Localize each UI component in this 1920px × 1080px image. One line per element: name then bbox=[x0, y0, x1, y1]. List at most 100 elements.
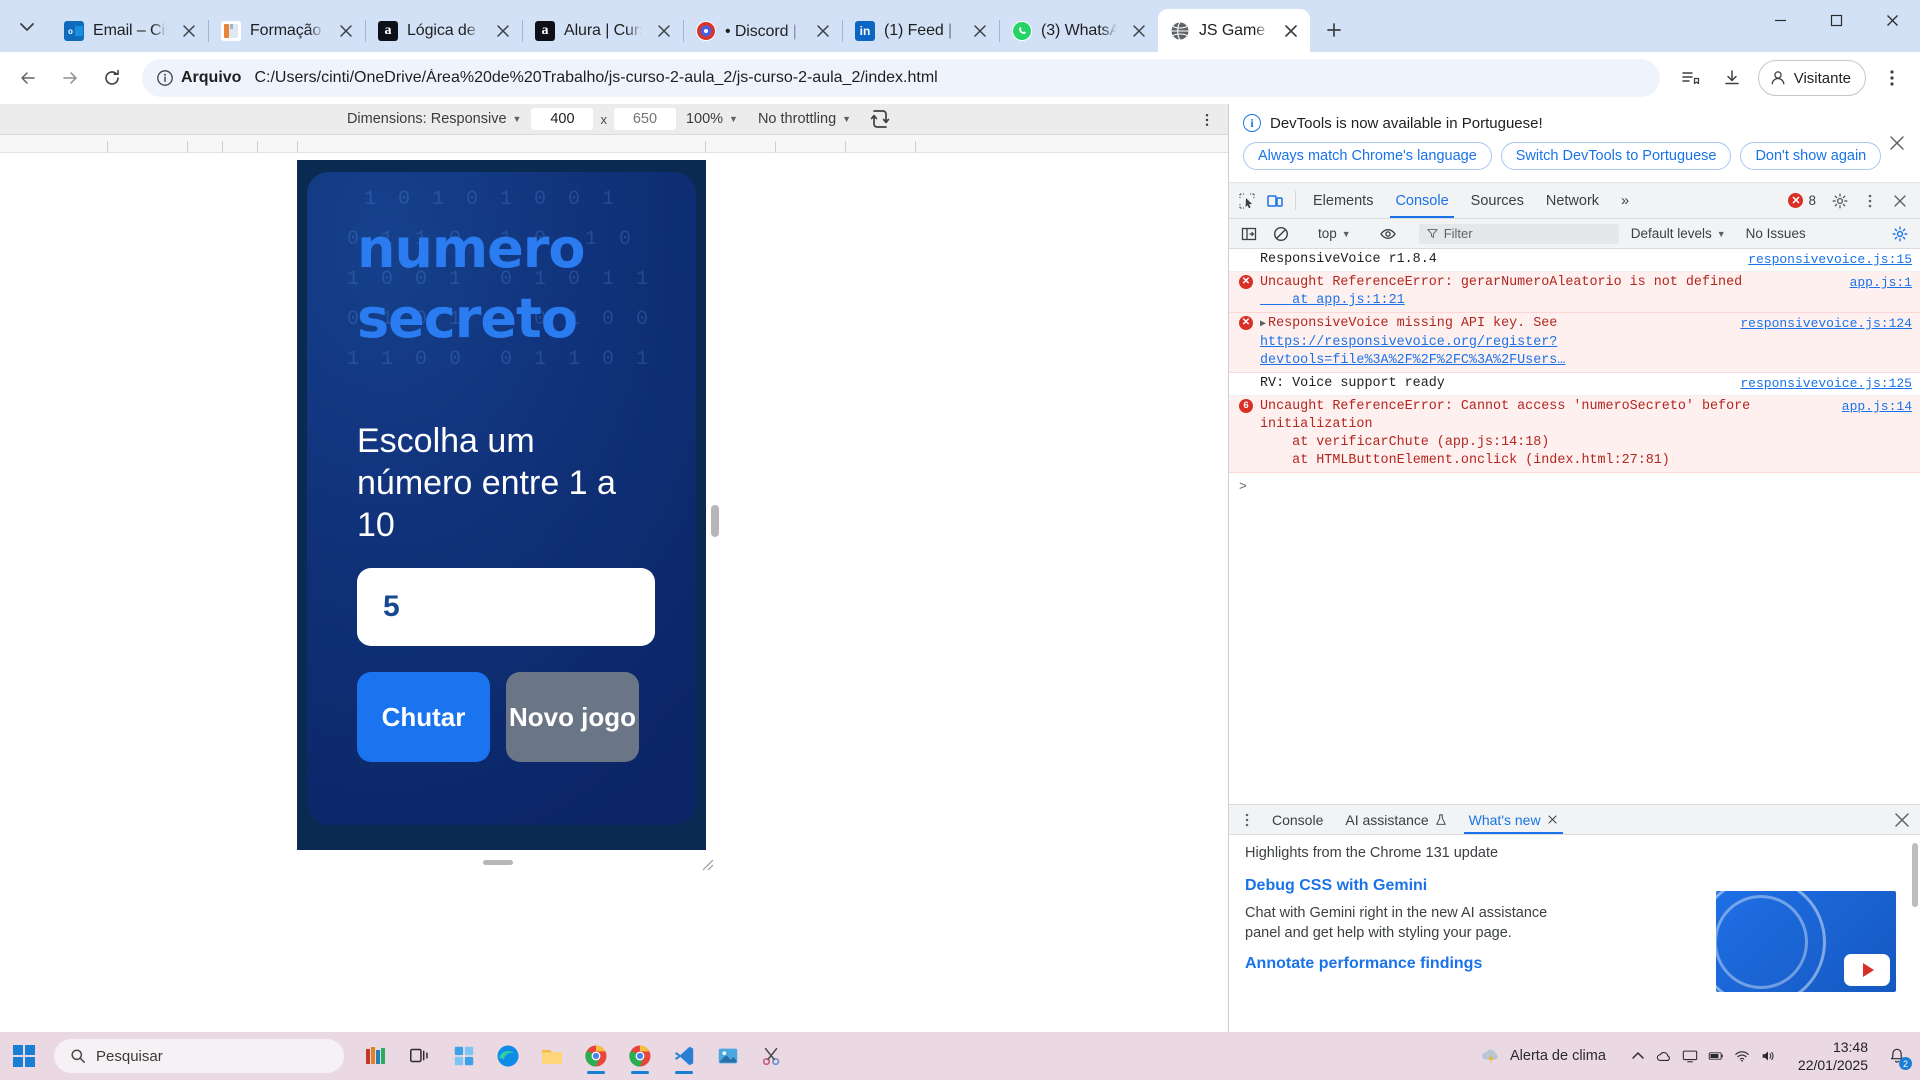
profile-button[interactable]: Visitante bbox=[1757, 60, 1866, 96]
browser-tab-1[interactable]: Formação Inician bbox=[209, 9, 365, 52]
chrome-2-icon[interactable] bbox=[620, 1036, 660, 1076]
toggle-device-toolbar-button[interactable] bbox=[1261, 183, 1289, 218]
devtools-tab-console[interactable]: Console bbox=[1384, 183, 1459, 218]
console-levels-selector[interactable]: Default levels ▼ bbox=[1623, 226, 1734, 241]
drawer-menu-button[interactable] bbox=[1233, 805, 1261, 834]
console-message-source[interactable]: responsivevoice.js:125 bbox=[1740, 375, 1912, 393]
browser-tab-4[interactable]: • Discord | #🤓: bbox=[684, 9, 842, 52]
rotate-button[interactable] bbox=[869, 108, 891, 130]
console-message-source[interactable]: app.js:1 bbox=[1850, 274, 1912, 292]
books-icon[interactable] bbox=[356, 1036, 396, 1076]
downloads-button[interactable] bbox=[1712, 58, 1752, 98]
console-stack-line[interactable]: at verificarChute (app.js:14:18) bbox=[1260, 435, 1549, 450]
close-window-button[interactable] bbox=[1864, 0, 1920, 40]
devtools-tab-sources[interactable]: Sources bbox=[1460, 183, 1535, 218]
wifi-icon[interactable] bbox=[1734, 1048, 1750, 1064]
viewport-vertical-scrollbar[interactable] bbox=[711, 505, 719, 537]
console-message[interactable]: 6 Uncaught ReferenceError: Cannot access… bbox=[1229, 396, 1920, 473]
new-tab-button[interactable] bbox=[1316, 12, 1352, 48]
throttling-dropdown[interactable]: No throttling ▼ bbox=[748, 111, 861, 127]
dimensions-dropdown[interactable]: Dimensions: Responsive ▼ bbox=[337, 111, 532, 127]
console-message[interactable]: RV: Voice support ready responsivevoice.… bbox=[1229, 373, 1920, 396]
banner-close-button[interactable] bbox=[1886, 132, 1908, 154]
minimize-button[interactable] bbox=[1752, 0, 1808, 40]
always-match-language-button[interactable]: Always match Chrome's language bbox=[1243, 142, 1492, 170]
forward-button[interactable] bbox=[50, 58, 90, 98]
drawer-scrollbar[interactable] bbox=[1912, 843, 1918, 907]
clear-console-button[interactable] bbox=[1267, 226, 1295, 242]
scissors-icon[interactable] bbox=[752, 1036, 792, 1076]
tab-close-button-0[interactable] bbox=[176, 18, 202, 44]
screen-icon[interactable] bbox=[1682, 1048, 1698, 1064]
back-button[interactable] bbox=[8, 58, 48, 98]
tab-close-button-7[interactable] bbox=[1278, 18, 1304, 44]
tab-close-button-6[interactable] bbox=[1126, 18, 1152, 44]
devtools-more-tabs-button[interactable]: » bbox=[1610, 183, 1640, 218]
play-button[interactable] bbox=[1844, 954, 1890, 986]
browser-tab-6[interactable]: (3) WhatsApp bbox=[1000, 9, 1158, 52]
weather-alert[interactable]: Alerta de clima bbox=[1470, 1045, 1616, 1067]
tab-close-button-3[interactable] bbox=[651, 18, 677, 44]
tab-close-button-2[interactable] bbox=[490, 18, 516, 44]
guess-input[interactable]: 5 bbox=[357, 568, 655, 646]
drawer-tab-whats-new[interactable]: What's new bbox=[1458, 805, 1569, 834]
chutar-button[interactable]: Chutar bbox=[357, 672, 490, 762]
battery-icon[interactable] bbox=[1708, 1048, 1724, 1064]
cloud-icon[interactable] bbox=[1656, 1048, 1672, 1064]
console-stack-line[interactable]: at HTMLButtonElement.onclick (index.html… bbox=[1260, 453, 1670, 468]
notification-center-button[interactable]: 2 bbox=[1882, 1041, 1912, 1071]
expand-arrow-icon[interactable]: ▶ bbox=[1260, 319, 1266, 330]
whats-new-video-thumbnail[interactable] bbox=[1716, 891, 1896, 992]
widgets-icon[interactable] bbox=[444, 1036, 484, 1076]
browser-tab-3[interactable]: a Alura | Cursos on bbox=[523, 9, 683, 52]
tab-search-button[interactable] bbox=[6, 6, 48, 48]
browser-tab-0[interactable]: o Email – Cintia Sil bbox=[52, 9, 208, 52]
device-toolbar-menu-button[interactable] bbox=[1196, 104, 1218, 135]
console-message-source[interactable]: responsivevoice.js:124 bbox=[1740, 315, 1912, 333]
novo-jogo-button[interactable]: Novo jogo bbox=[506, 672, 639, 762]
console-sidebar-toggle-button[interactable] bbox=[1235, 226, 1263, 242]
reading-list-button[interactable] bbox=[1670, 58, 1710, 98]
viewport-horizontal-scrollbar[interactable] bbox=[483, 860, 513, 865]
console-context-selector[interactable]: top ▼ bbox=[1312, 226, 1357, 241]
file-explorer-icon[interactable] bbox=[532, 1036, 572, 1076]
taskbar-search-box[interactable]: Pesquisar bbox=[54, 1039, 344, 1073]
console-filter-input[interactable]: Filter bbox=[1418, 223, 1619, 244]
close-icon[interactable] bbox=[1547, 814, 1558, 825]
tab-close-button-4[interactable] bbox=[810, 18, 836, 44]
tab-close-button-5[interactable] bbox=[967, 18, 993, 44]
drawer-close-button[interactable] bbox=[1892, 810, 1912, 830]
browser-tab-7[interactable]: JS Game bbox=[1158, 9, 1310, 52]
browser-tab-2[interactable]: a Lógica de progra bbox=[366, 9, 522, 52]
chrome-icon[interactable] bbox=[576, 1036, 616, 1076]
vscode-icon[interactable] bbox=[664, 1036, 704, 1076]
browser-tab-5[interactable]: in (1) Feed | Linked bbox=[843, 9, 999, 52]
drawer-tab-ai-assistance[interactable]: AI assistance bbox=[1334, 805, 1457, 834]
viewport-height-input[interactable] bbox=[613, 108, 676, 130]
address-bar[interactable]: Arquivo C:/Users/cinti/OneDrive/Área%20d… bbox=[142, 59, 1660, 97]
devtools-tab-network[interactable]: Network bbox=[1535, 183, 1610, 218]
taskbar-clock[interactable]: 13:48 22/01/2025 bbox=[1790, 1038, 1876, 1074]
drawer-tab-console[interactable]: Console bbox=[1261, 805, 1334, 834]
viewport-resize-handle[interactable] bbox=[700, 857, 714, 871]
console-message-source[interactable]: responsivevoice.js:15 bbox=[1748, 251, 1912, 269]
error-count-badge[interactable]: ✕ 8 bbox=[1780, 193, 1824, 208]
tab-close-button-1[interactable] bbox=[333, 18, 359, 44]
task-view-icon[interactable] bbox=[400, 1036, 440, 1076]
inspect-element-button[interactable] bbox=[1233, 183, 1261, 218]
devtools-tab-elements[interactable]: Elements bbox=[1302, 183, 1384, 218]
maximize-button[interactable] bbox=[1808, 0, 1864, 40]
console-message-link[interactable]: https://responsivevoice.org/register?dev… bbox=[1260, 335, 1565, 368]
devtools-close-button[interactable] bbox=[1886, 193, 1914, 209]
dont-show-again-button[interactable]: Don't show again bbox=[1740, 142, 1882, 170]
console-issues-label[interactable]: No Issues bbox=[1738, 226, 1814, 241]
start-button[interactable] bbox=[0, 1032, 48, 1080]
console-message-list[interactable]: ResponsiveVoice r1.8.4 responsivevoice.j… bbox=[1229, 249, 1920, 804]
edge-icon[interactable] bbox=[488, 1036, 528, 1076]
reload-button[interactable] bbox=[92, 58, 132, 98]
console-message-source[interactable]: app.js:14 bbox=[1842, 398, 1912, 416]
console-message[interactable]: ✕ Uncaught ReferenceError: gerarNumeroAl… bbox=[1229, 272, 1920, 313]
devtools-more-tools-button[interactable] bbox=[1856, 193, 1884, 209]
switch-devtools-language-button[interactable]: Switch DevTools to Portuguese bbox=[1500, 142, 1732, 170]
chevron-up-icon[interactable] bbox=[1630, 1048, 1646, 1064]
